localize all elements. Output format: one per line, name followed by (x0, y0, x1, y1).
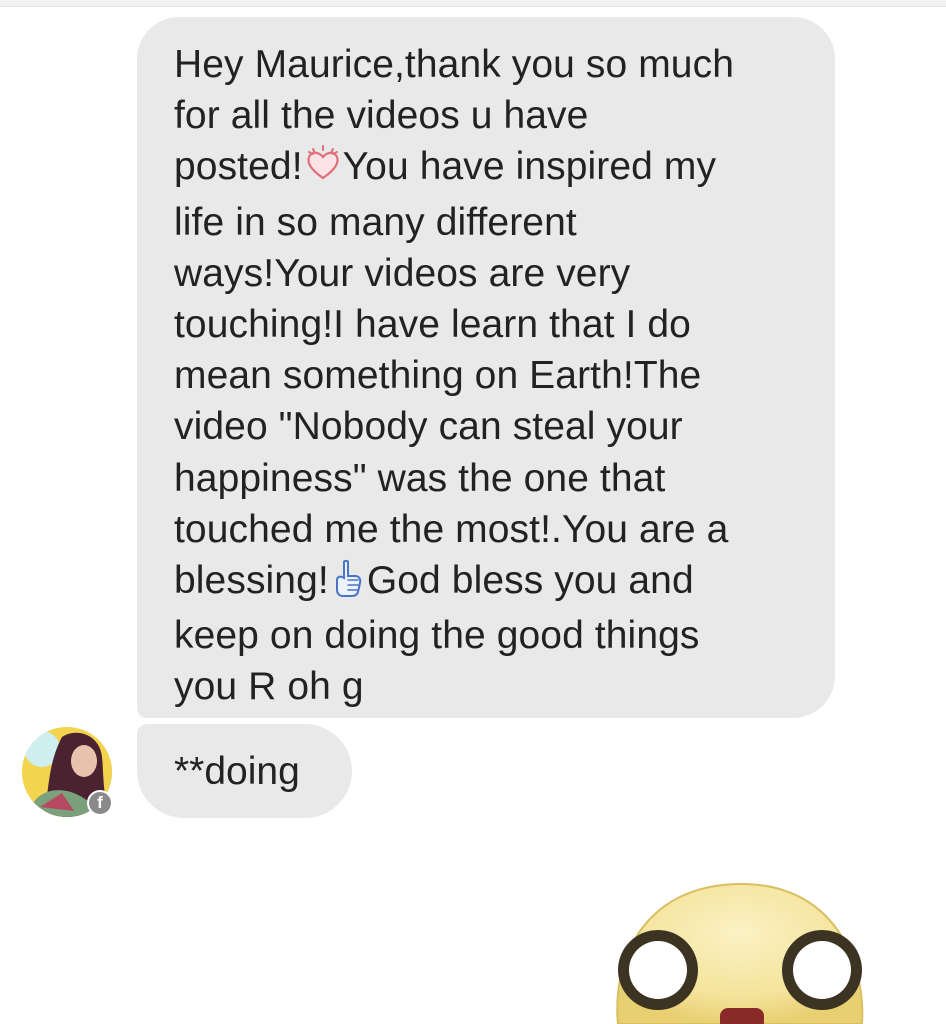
message-line: keep on doing the good things (174, 614, 700, 658)
top-divider (0, 0, 946, 7)
message-text: **doing (174, 750, 300, 793)
message-line: life in so many different (174, 200, 577, 244)
wide-eyed-face-sticker-icon[interactable] (612, 882, 870, 1024)
message-line: Hey Maurice,thank you so much (174, 43, 734, 86)
message-line: touched me the most!.You are a (174, 507, 729, 551)
message-line: video "Nobody can steal your (174, 405, 683, 449)
message-line: you R oh g (174, 665, 364, 709)
message-text: blessing! (174, 559, 329, 603)
message-line: blessing! God bless you and (174, 555, 805, 610)
message-line: happiness" was the one that (174, 456, 666, 500)
message-bubble[interactable]: Hey Maurice,thank you so much for all th… (137, 17, 835, 718)
message-bubble[interactable]: **doing (137, 724, 352, 818)
message-line: for all the videos u have (174, 94, 589, 138)
message-text: God bless you and (366, 559, 694, 603)
heart-emoji-icon (304, 145, 342, 196)
facebook-icon: f (87, 790, 113, 816)
message-line: touching!I have learn that I do (174, 303, 691, 347)
message-text: You have inspired my (342, 145, 717, 189)
message-text: posted! (174, 145, 303, 189)
message-line: mean something on Earth!The (174, 354, 702, 398)
message-line: ways!Your videos are very (174, 251, 631, 295)
pointing-up-emoji-icon (330, 559, 366, 610)
message-line: posted! You have inspired my (174, 141, 805, 196)
